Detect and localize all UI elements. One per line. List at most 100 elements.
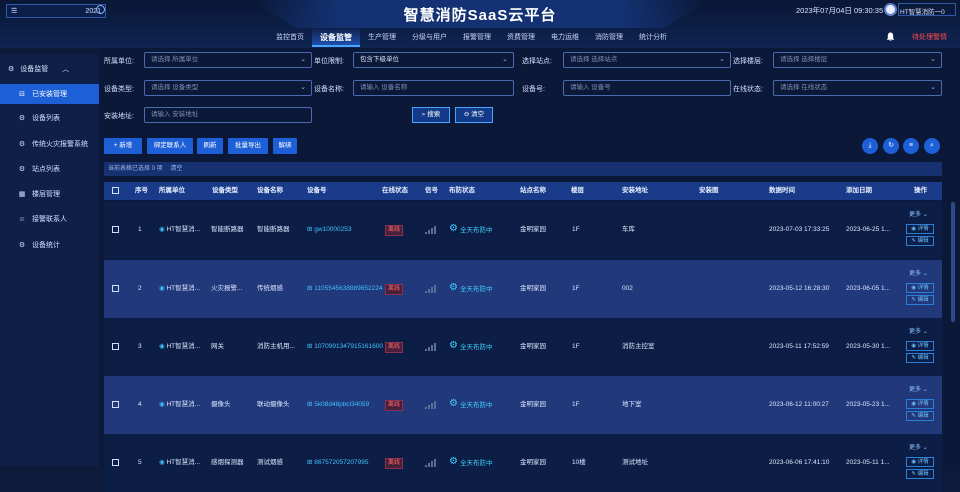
- edit-button[interactable]: ✎ 编辑: [906, 469, 934, 479]
- more-dropdown[interactable]: 更多 ⌄: [909, 209, 928, 218]
- sidebar-item-floor-management[interactable]: ▦ 楼层管理: [0, 184, 99, 204]
- name-label: 设备名称:: [314, 86, 344, 93]
- edit-icon: ✎: [911, 413, 917, 419]
- bind-contact-button[interactable]: 绑定联系人: [147, 138, 193, 154]
- row-name: 测试烟感: [257, 459, 283, 466]
- nav-tab[interactable]: 消防管理: [587, 29, 631, 47]
- signal-icon: [425, 343, 436, 351]
- search-toggle-icon[interactable]: ⌕: [924, 138, 940, 154]
- sidebar-group-device-supervision[interactable]: ⚙ 设备监管 ︿: [8, 62, 94, 76]
- sidebar-item-device-list[interactable]: ⚙ 设备列表: [0, 108, 99, 128]
- row-data-time: 2023-07-03 17:33:25: [769, 226, 830, 233]
- nav-tab[interactable]: 分级与用户: [404, 29, 455, 47]
- gear-icon: ⚙: [449, 223, 458, 234]
- table-row[interactable]: 2 ◉ HT智慧消... 火灾报警... 传统烟感 ⊞ 110554563888…: [104, 260, 942, 318]
- row-checkbox[interactable]: [112, 343, 119, 350]
- edit-button[interactable]: ✎ 编辑: [906, 353, 934, 363]
- edit-icon: ✎: [911, 471, 917, 477]
- select-all-checkbox[interactable]: [112, 187, 119, 194]
- sidebar-item-fire-alarm-system[interactable]: ⚙ 传统火灾报警系统: [0, 134, 99, 154]
- chevron-down-icon: ⌄: [922, 329, 928, 335]
- edit-button[interactable]: ✎ 编辑: [906, 295, 934, 305]
- pending-alarms-link[interactable]: 待处理警情: [912, 32, 947, 42]
- scrollbar-thumb[interactable]: [951, 202, 955, 322]
- edit-button[interactable]: ✎ 编辑: [906, 236, 934, 246]
- type-select[interactable]: 请选择 设备类型 ⌄: [144, 80, 312, 96]
- row-no: 2: [138, 285, 142, 292]
- floor-select[interactable]: 请选择 选择楼层 ⌄: [773, 52, 942, 68]
- bell-icon[interactable]: [886, 32, 895, 42]
- row-device-no[interactable]: ⊞ 1105545638889652224: [307, 284, 382, 294]
- table-scrollbar[interactable]: [950, 182, 956, 466]
- table-row[interactable]: 4 ◉ HT智慧消... 摄像头 联动摄像头 ⊞ 5k08d48pbcl3405…: [104, 376, 942, 434]
- device-no-input[interactable]: 请输入 设备号: [563, 80, 731, 96]
- more-dropdown[interactable]: 更多 ⌄: [909, 326, 928, 335]
- row-device-no[interactable]: ⊞ 867572057207995: [307, 458, 369, 468]
- nav-tab[interactable]: 设备监管: [312, 29, 360, 47]
- gear-icon: ⚙: [449, 456, 458, 467]
- eye-icon: ◉: [159, 285, 165, 292]
- row-type: 感烟探测器: [211, 459, 244, 466]
- search-icon: ⌕: [421, 111, 426, 118]
- row-unit[interactable]: ◉ HT智慧消...: [159, 225, 200, 235]
- table-row[interactable]: 1 ◉ HT智慧消... 智能断路器 智能断路器 ⊞ gw10000253 离线…: [104, 201, 942, 259]
- status-select[interactable]: 请选择 在线状态 ⌄: [773, 80, 942, 96]
- chevron-down-icon: ⌄: [300, 84, 306, 91]
- row-unit[interactable]: ◉ HT智慧消...: [159, 342, 200, 352]
- site-select[interactable]: 请选择 选择站点 ⌄: [563, 52, 731, 68]
- row-device-no[interactable]: ⊞ gw10000253: [307, 225, 352, 235]
- columns-icon[interactable]: ≡: [903, 138, 919, 154]
- more-dropdown[interactable]: 更多 ⌄: [909, 268, 928, 277]
- detail-button[interactable]: ◉ 详情: [906, 283, 934, 293]
- more-dropdown[interactable]: 更多 ⌄: [909, 442, 928, 451]
- unit-select[interactable]: 请选择 所属单位 ⌄: [144, 52, 312, 68]
- avatar[interactable]: [884, 3, 897, 16]
- nav-tab[interactable]: 报警管理: [455, 29, 499, 47]
- chevron-down-icon: ⌄: [922, 445, 928, 451]
- row-unit[interactable]: ◉ HT智慧消...: [159, 284, 200, 294]
- nav-tab[interactable]: 生产管理: [360, 29, 404, 47]
- nav-tab[interactable]: 监控首页: [268, 29, 312, 47]
- link-icon: ⊞: [307, 226, 313, 233]
- row-checkbox[interactable]: [112, 226, 119, 233]
- batch-export-button[interactable]: 批量导出: [228, 138, 268, 154]
- nav-tab[interactable]: 统计分析: [631, 29, 675, 47]
- armed-status: ⚙ 全天布防中: [449, 340, 493, 351]
- row-checkbox[interactable]: [112, 285, 119, 292]
- search-button[interactable]: ⌕ 搜索: [412, 107, 450, 123]
- sidebar-item-installed[interactable]: ⊟ 已安装管理: [0, 84, 99, 104]
- clear-button[interactable]: ⊖ 清空: [455, 107, 493, 123]
- download-icon[interactable]: ⤓: [862, 138, 878, 154]
- sidebar-item-site-list[interactable]: ⚙ 站点列表: [0, 159, 99, 179]
- row-device-no[interactable]: ⊞ 5k08d48pbcl34059: [307, 400, 369, 410]
- sidebar-item-device-stats[interactable]: ⚙ 设备统计: [0, 235, 99, 255]
- row-unit[interactable]: ◉ HT智慧消...: [159, 400, 200, 410]
- row-device-no[interactable]: ⊞ 1070991347915161600: [307, 342, 383, 352]
- reload-icon[interactable]: ↻: [883, 138, 899, 154]
- clear-selection-link[interactable]: 清空: [170, 166, 182, 172]
- sidebar-item-contacts[interactable]: ☺ 接警联系人: [0, 209, 99, 229]
- signal-icon: [425, 226, 436, 234]
- name-input[interactable]: 请输入 设备名称: [353, 80, 514, 96]
- nav-tab[interactable]: 电力运维: [543, 29, 587, 47]
- limit-select[interactable]: 包含下级单位 ⌄: [353, 52, 514, 68]
- table-row[interactable]: 3 ◉ HT智慧消... 网关 消防主机用... ⊞ 1070991347915…: [104, 318, 942, 376]
- row-unit[interactable]: ◉ HT智慧消...: [159, 458, 200, 468]
- address-input[interactable]: 请输入 安装地址: [144, 107, 312, 123]
- add-button[interactable]: + 新增: [104, 138, 142, 154]
- detail-button[interactable]: ◉ 详情: [906, 341, 934, 351]
- main-nav: 监控首页 设备监管 生产管理 分级与用户 报警管理 资费管理 电力运维 消防管理 统计分析: [268, 29, 675, 47]
- signal-icon: [425, 401, 436, 409]
- refresh-button[interactable]: 刷新: [197, 138, 223, 154]
- more-dropdown[interactable]: 更多 ⌄: [909, 384, 928, 393]
- detail-button[interactable]: ◉ 详情: [906, 399, 934, 409]
- row-checkbox[interactable]: [112, 459, 119, 466]
- unit-label: 所属单位:: [104, 58, 134, 65]
- detail-button[interactable]: ◉ 详情: [906, 224, 934, 234]
- row-checkbox[interactable]: [112, 401, 119, 408]
- row-added-date: 2023-05-11 1...: [846, 459, 890, 466]
- nav-tab[interactable]: 资费管理: [499, 29, 543, 47]
- table-row[interactable]: 5 ◉ HT智慧消... 感烟探测器 测试烟感 ⊞ 86757205720799…: [104, 434, 942, 492]
- unbind-button[interactable]: 解绑: [273, 138, 297, 154]
- edit-button[interactable]: ✎ 编辑: [906, 411, 934, 421]
